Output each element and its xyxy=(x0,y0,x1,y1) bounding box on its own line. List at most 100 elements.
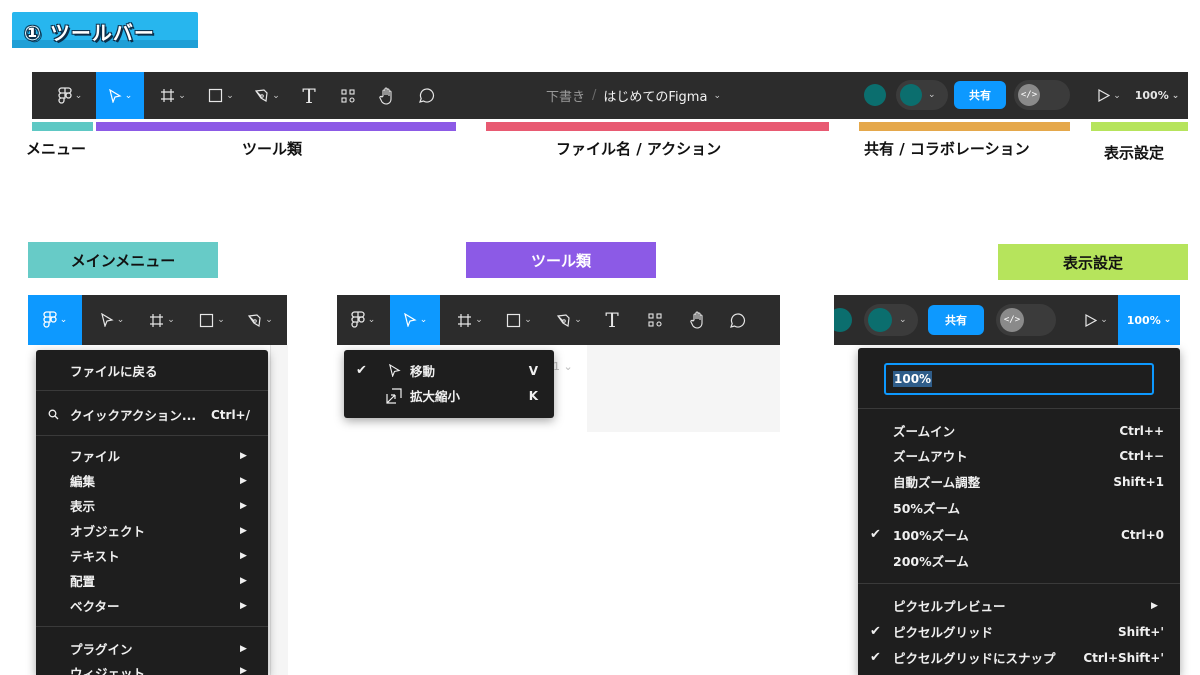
annotation-bar-view xyxy=(1091,122,1188,131)
check-icon: ✔ xyxy=(356,363,367,378)
menu-item-zoom-100[interactable]: ✔ 100%ズーム Ctrl+0 xyxy=(858,522,1180,547)
chevron-down-icon: ⌄ xyxy=(1100,315,1108,325)
submenu-arrow-icon: ▶ xyxy=(240,475,247,486)
move-tool-button[interactable]: ⌄ xyxy=(96,72,144,119)
chevron-down-icon: ⌄ xyxy=(1113,90,1121,101)
comment-icon xyxy=(418,88,434,103)
frame-tool-button[interactable]: ⌄ xyxy=(154,72,192,119)
hand-tool-button[interactable] xyxy=(374,72,400,119)
text-tool-button[interactable]: T xyxy=(599,295,625,345)
menu-item-shortcut: Ctrl+/ xyxy=(210,407,250,422)
menu-item-shortcut: Ctrl++ xyxy=(1119,423,1164,438)
menu-item-pixel-preview[interactable]: ピクセルプレビュー ▶ xyxy=(858,593,1180,618)
pen-tool-button[interactable]: ⌄ xyxy=(240,295,280,345)
zoom-button[interactable]: 100% ⌄ xyxy=(1132,72,1182,119)
collaborator-avatar[interactable] xyxy=(834,308,852,332)
check-icon: ✔ xyxy=(870,624,881,639)
move-tool-button[interactable]: ⌄ xyxy=(390,295,440,345)
text-tool-button[interactable]: T xyxy=(296,72,322,119)
menu-item-zoom-50[interactable]: 50%ズーム xyxy=(858,495,1180,520)
menu-item-label: 拡大縮小 xyxy=(410,389,461,404)
components-icon xyxy=(648,313,662,327)
menu-item-snap-to-pixel-grid[interactable]: ✔ ピクセルグリッドにスナップ Ctrl+Shift+' xyxy=(858,645,1180,670)
menu-item-quick-actions[interactable]: クイックアクション... Ctrl+/ xyxy=(36,402,268,427)
menu-item-zoom-200[interactable]: 200%ズーム xyxy=(858,548,1180,573)
menu-item-zoom-out[interactable]: ズームアウト Ctrl+− xyxy=(858,443,1180,468)
collaborator-avatar[interactable] xyxy=(864,84,886,106)
submenu-arrow-icon: ▶ xyxy=(240,643,247,654)
menu-item-zoom-in[interactable]: ズームイン Ctrl++ xyxy=(858,418,1180,443)
move-tool-button[interactable]: ⌄ xyxy=(92,295,132,345)
avatar-switcher[interactable]: ⌄ xyxy=(864,304,918,336)
menu-item-view[interactable]: 表示 ▶ xyxy=(36,493,268,518)
rectangle-icon xyxy=(200,313,214,327)
tag-main-menu: メインメニュー xyxy=(28,242,218,278)
menu-item-zoom-to-fit[interactable]: 自動ズーム調整 Shift+1 xyxy=(858,469,1180,494)
resources-button[interactable] xyxy=(336,72,360,119)
main-menu-button[interactable]: ⌄ xyxy=(28,295,82,345)
pen-tool-button[interactable]: ⌄ xyxy=(549,295,589,345)
avatar-switcher[interactable]: ⌄ xyxy=(896,80,948,110)
menu-item-label: ベクター xyxy=(70,599,120,614)
hand-icon xyxy=(378,86,392,105)
menu-item-scale[interactable]: 拡大縮小 K xyxy=(344,383,554,408)
menu-item-back-to-files[interactable]: ファイルに戻る xyxy=(36,358,268,383)
menu-item-move[interactable]: ✔ 移動 V xyxy=(344,358,554,383)
zoom-button[interactable]: 100% ⌄ xyxy=(1118,295,1180,345)
menu-item-edit[interactable]: 編集 ▶ xyxy=(36,468,268,493)
user-avatar xyxy=(868,308,892,332)
submenu-arrow-icon: ▶ xyxy=(240,600,247,611)
text-icon: T xyxy=(605,308,619,332)
menu-item-label: 移動 xyxy=(410,364,436,379)
pen-tool-button[interactable]: ⌄ xyxy=(248,72,286,119)
cursor-icon xyxy=(100,313,114,327)
shape-tool-button[interactable]: ⌄ xyxy=(499,295,539,345)
menu-divider xyxy=(858,583,1180,584)
menu-item-arrange[interactable]: 配置 ▶ xyxy=(36,568,268,593)
frame-tool-button[interactable]: ⌄ xyxy=(142,295,182,345)
hand-icon xyxy=(689,311,703,329)
file-separator: / xyxy=(592,88,597,103)
chevron-down-icon: ⌄ xyxy=(167,315,175,325)
shape-tool-button[interactable]: ⌄ xyxy=(192,295,232,345)
comment-tool-button[interactable] xyxy=(725,295,749,345)
submenu-arrow-icon: ▶ xyxy=(240,575,247,586)
main-menu-button[interactable]: ⌄ xyxy=(44,72,96,119)
present-button[interactable]: ⌄ xyxy=(1092,72,1126,119)
menu-divider xyxy=(36,626,268,627)
menu-item-object[interactable]: オブジェクト ▶ xyxy=(36,518,268,543)
main-menu-button[interactable]: ⌄ xyxy=(337,295,389,345)
menu-item-label: ズームイン xyxy=(893,424,956,439)
menu-item-label: ピクセルグリッド xyxy=(893,625,994,640)
rectangle-icon xyxy=(209,88,223,103)
menu-item-label: 50%ズーム xyxy=(893,501,961,516)
frame-tool-button[interactable]: ⌄ xyxy=(450,295,490,345)
share-button[interactable]: 共有 xyxy=(928,305,984,335)
menu-item-shortcut: Shift+' xyxy=(1118,624,1164,639)
comment-tool-button[interactable] xyxy=(414,72,438,119)
menu-item-widgets[interactable]: ウィジェット ▶ xyxy=(36,660,268,675)
menu-item-text[interactable]: テキスト ▶ xyxy=(36,543,268,568)
chevron-down-icon: ⌄ xyxy=(475,315,483,325)
menu-item-pixel-grid[interactable]: ✔ ピクセルグリッド Shift+' xyxy=(858,619,1180,644)
menu-item-plugins[interactable]: プラグイン ▶ xyxy=(36,636,268,661)
hand-tool-button[interactable] xyxy=(685,295,711,345)
resources-button[interactable] xyxy=(643,295,667,345)
menu-item-file[interactable]: ファイル ▶ xyxy=(36,443,268,468)
dev-mode-toggle[interactable]: </> xyxy=(996,304,1056,336)
chevron-down-icon: ⌄ xyxy=(574,315,582,325)
text-icon: T xyxy=(302,83,316,108)
shape-tool-button[interactable]: ⌄ xyxy=(202,72,240,119)
zoom-input[interactable]: 100% xyxy=(884,363,1154,395)
chevron-down-icon: ⌄ xyxy=(524,315,532,325)
chevron-down-icon: ⌄ xyxy=(217,315,225,325)
share-button[interactable]: 共有 xyxy=(954,81,1006,109)
menu-item-label: 配置 xyxy=(70,574,96,589)
dev-mode-toggle[interactable]: </> xyxy=(1014,80,1070,110)
present-button[interactable]: ⌄ xyxy=(1078,295,1114,345)
file-title[interactable]: 下書き / はじめてのFigma ⌄ xyxy=(546,72,721,119)
menu-item-vector[interactable]: ベクター ▶ xyxy=(36,593,268,618)
annotation-label-file: ファイル名 / アクション xyxy=(556,140,722,158)
chevron-down-icon: ⌄ xyxy=(928,90,936,100)
comment-icon xyxy=(729,312,745,328)
